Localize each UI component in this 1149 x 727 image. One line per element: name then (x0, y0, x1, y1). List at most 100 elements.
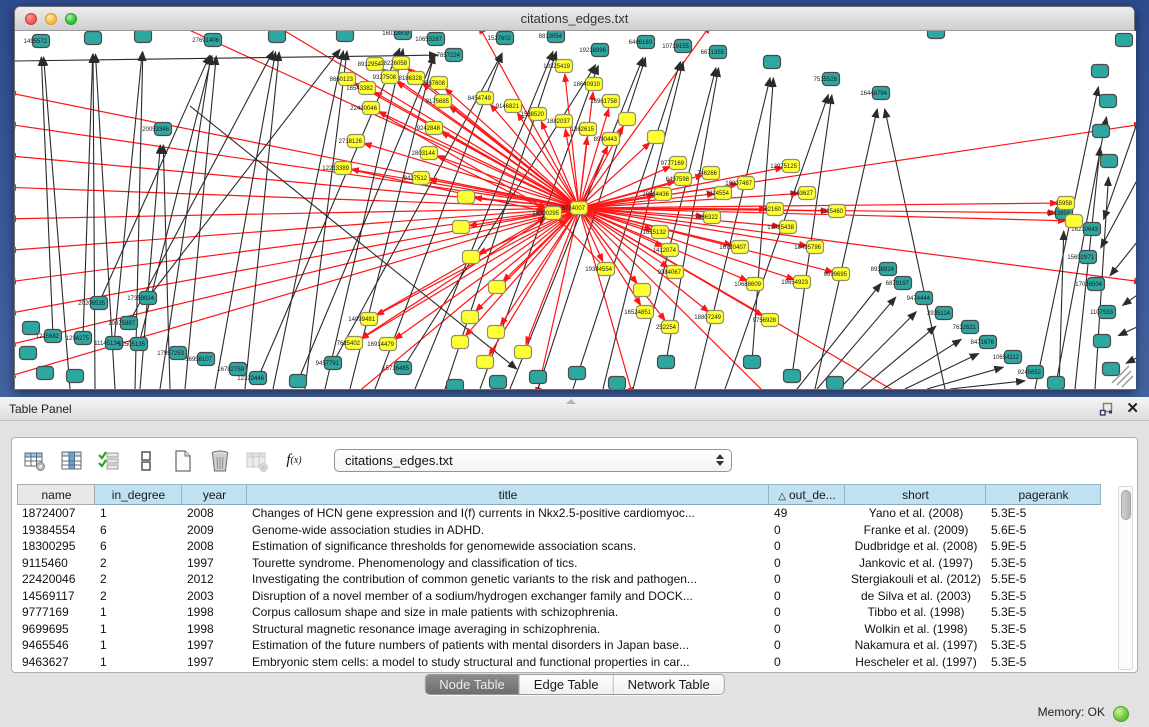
graph-node[interactable] (764, 56, 781, 69)
graph-node[interactable] (290, 375, 307, 388)
table-row[interactable]: 1830029562008Estimation of significance … (17, 538, 1117, 555)
select-columns-icon[interactable] (96, 448, 122, 474)
graph-node[interactable] (1116, 34, 1133, 47)
graph-node-label: 8912954 (358, 62, 382, 68)
float-panel-icon[interactable] (1099, 402, 1114, 417)
graph-edge (1101, 156, 1136, 248)
graph-node[interactable] (634, 284, 651, 297)
graph-node[interactable] (488, 326, 505, 339)
scrollbar-thumb[interactable] (1121, 490, 1131, 520)
window-titlebar[interactable]: citations_edges.txt (15, 7, 1134, 31)
table-cell: Investigating the contribution of common… (247, 571, 769, 588)
graph-node-label: 10719155 (662, 44, 689, 50)
graph-node[interactable] (658, 356, 675, 369)
graph-node[interactable] (1101, 155, 1118, 168)
graph-node[interactable] (490, 376, 507, 389)
graph-node[interactable] (1066, 215, 1083, 228)
graph-node[interactable] (37, 367, 54, 380)
new-table-icon[interactable] (170, 448, 196, 474)
table-cell: 5.3E-5 (986, 604, 1101, 621)
table-cell: Yano et al. (2008) (845, 505, 986, 522)
graph-node-label: 16958107 (185, 357, 212, 363)
table-panel-titlebar[interactable]: Table Panel ✕ (0, 397, 1149, 421)
table-cell: Franke et al. (2009) (845, 522, 986, 539)
graph-node[interactable] (1103, 363, 1120, 376)
table-options-icon[interactable] (22, 448, 48, 474)
network-window[interactable]: citations_edges.txt 18724007149557227691… (14, 6, 1135, 390)
graph-node[interactable] (489, 281, 506, 294)
graph-node[interactable] (928, 31, 945, 39)
table-cell: 1 (95, 637, 182, 654)
memory-status-indicator[interactable] (1113, 706, 1129, 722)
toggle-row-icon[interactable] (133, 448, 159, 474)
graph-node[interactable] (23, 322, 40, 335)
graph-node-label: 8186328 (399, 76, 423, 82)
graph-node-label: 2367608 (422, 81, 446, 87)
network-canvas[interactable]: 1872400714955722769140616033809106532877… (15, 31, 1136, 389)
close-panel-icon[interactable]: ✕ (1126, 401, 1139, 417)
table-selector-dropdown[interactable]: citations_edges.txt (334, 449, 732, 472)
table-row[interactable]: 2242004622012Investigating the contribut… (17, 571, 1117, 588)
graph-node[interactable] (477, 356, 494, 369)
graph-node[interactable] (648, 131, 665, 144)
graph-node[interactable] (1048, 377, 1065, 390)
graph-node[interactable] (530, 371, 547, 384)
graph-node[interactable] (337, 31, 354, 42)
graph-node[interactable] (458, 191, 475, 204)
column-header-title[interactable]: title (247, 484, 769, 505)
graph-node[interactable] (462, 311, 479, 324)
graph-node-label: 9699695 (824, 272, 848, 278)
show-columns-icon[interactable] (59, 448, 85, 474)
tab-edge-table[interactable]: Edge Table (520, 675, 614, 694)
table-vertical-scrollbar[interactable] (1118, 486, 1133, 670)
table-row[interactable]: 1456911722003Disruption of a novel membe… (17, 588, 1117, 605)
function-builder-icon[interactable]: f(x) (281, 448, 307, 474)
delete-table-icon[interactable] (207, 448, 233, 474)
table-cell: 9699695 (17, 621, 95, 638)
graph-node-label: 27691406 (192, 38, 219, 44)
column-header-in_degree[interactable]: in_degree (95, 484, 182, 505)
column-header-out_de[interactable]: △out_de... (769, 484, 845, 505)
table-row[interactable]: 977716911998Corpus callosum shape and si… (17, 604, 1117, 621)
splitter-handle-icon[interactable] (566, 399, 576, 404)
graph-node-label: 1362615 (571, 127, 595, 133)
table-row[interactable]: 1872400712008Changes of HCN gene express… (17, 505, 1117, 522)
graph-node[interactable] (67, 370, 84, 383)
column-header-short[interactable]: short (845, 484, 986, 505)
graph-node[interactable] (1092, 65, 1109, 78)
table-row[interactable]: 969969511998Structural magnetic resonanc… (17, 621, 1117, 638)
table-cell: 2 (95, 555, 182, 572)
graph-node[interactable] (20, 347, 37, 360)
graph-node[interactable] (784, 370, 801, 383)
graph-node[interactable] (744, 356, 761, 369)
table-cell: 5.3E-5 (986, 588, 1101, 605)
column-header-name[interactable]: name (17, 484, 95, 505)
graph-node-label: 1107533 (1090, 310, 1114, 316)
table-row[interactable]: 911546021997Tourette syndrome. Phenomeno… (17, 555, 1117, 572)
graph-node[interactable] (447, 380, 464, 390)
column-header-pagerank[interactable]: pagerank (986, 484, 1101, 505)
table-cell: 0 (769, 654, 845, 671)
table-row[interactable]: 946554611997Estimation of the future num… (17, 637, 1117, 654)
column-header-year[interactable]: year (182, 484, 247, 505)
graph-node[interactable] (269, 31, 286, 43)
graph-node[interactable] (569, 367, 586, 380)
graph-node[interactable] (515, 346, 532, 359)
table-row[interactable]: 1938455462009Genome-wide association stu… (17, 522, 1117, 539)
graph-node[interactable] (85, 32, 102, 45)
table-row[interactable]: 946362711997Embryonic stem cells: a mode… (17, 654, 1117, 671)
graph-edge (579, 137, 587, 208)
graph-node[interactable] (453, 221, 470, 234)
tab-node-table[interactable]: Node Table (425, 675, 520, 694)
graph-node[interactable] (1094, 335, 1111, 348)
graph-node[interactable] (1100, 95, 1117, 108)
graph-node[interactable] (135, 31, 152, 43)
graph-node[interactable] (1093, 125, 1110, 138)
graph-node[interactable] (452, 336, 469, 349)
graph-node[interactable] (827, 377, 844, 390)
graph-node-label: 1412074 (653, 248, 677, 254)
tab-network-table[interactable]: Network Table (614, 675, 724, 694)
graph-node[interactable] (619, 113, 636, 126)
graph-node[interactable] (609, 377, 626, 390)
graph-node[interactable] (463, 251, 480, 264)
